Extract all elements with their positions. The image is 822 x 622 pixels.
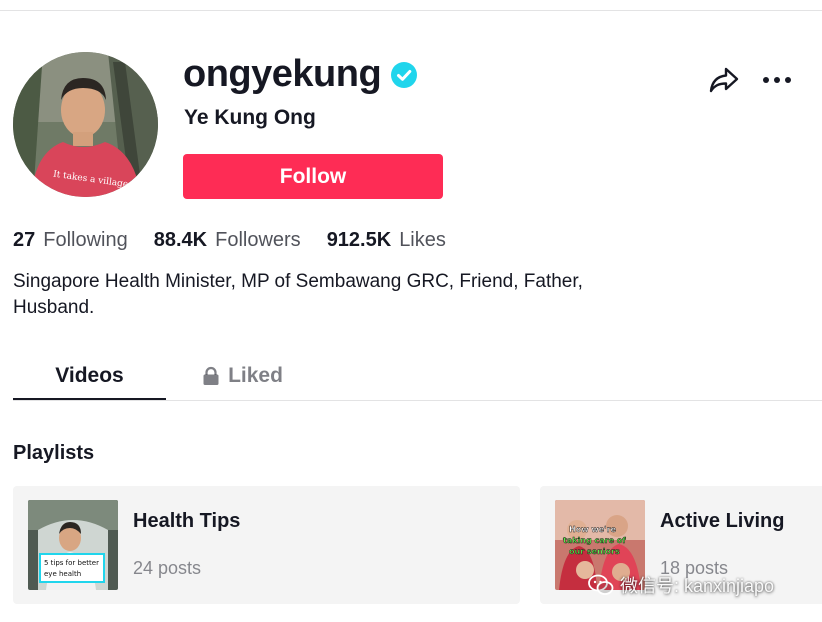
username-row: ongyekung: [183, 52, 418, 96]
playlist-post-count: 24 posts: [133, 558, 202, 578]
avatar-image: It takes a village: [13, 52, 158, 197]
thumb-caption-line-1: 5 tips for better: [44, 559, 99, 567]
username: ongyekung: [183, 53, 382, 95]
following-count: 27: [13, 229, 36, 251]
tab-videos[interactable]: Videos: [13, 352, 166, 400]
followers-stat[interactable]: 88.4K Followers: [154, 226, 301, 254]
playlist-title: Active Living: [660, 510, 785, 532]
follow-button[interactable]: Follow: [183, 154, 443, 199]
top-divider: [0, 10, 822, 11]
thumb-caption-line-3: our seniors: [569, 547, 620, 556]
tab-videos-label: Videos: [55, 364, 124, 387]
playlist-card-health-tips[interactable]: 5 tips for better eye health Health Tips…: [13, 486, 520, 604]
active-tab-indicator: [13, 398, 166, 400]
thumb-caption-line-1: How we're: [569, 525, 617, 534]
playlist-thumbnail: 5 tips for better eye health: [28, 500, 118, 590]
watermark-text: 微信号: kanxinjiapo: [620, 576, 775, 596]
profile-stats: 27 Following 88.4K Followers 912.5K Like…: [13, 226, 472, 254]
tab-liked[interactable]: Liked: [166, 352, 319, 400]
lock-icon: [202, 366, 220, 386]
avatar[interactable]: It takes a village: [13, 52, 158, 197]
display-name: Ye Kung Ong: [184, 106, 316, 129]
thumb-caption-line-2: eye health: [44, 570, 81, 578]
likes-count: 912.5K: [326, 229, 392, 251]
wechat-icon: [588, 574, 614, 595]
more-icon: [763, 77, 791, 83]
bio: Singapore Health Minister, MP of Sembawa…: [13, 271, 583, 318]
playlists-heading: Playlists: [13, 442, 95, 464]
tab-liked-label: Liked: [228, 364, 283, 387]
playlist-title: Health Tips: [133, 510, 241, 532]
share-icon: [709, 67, 739, 93]
wechat-watermark: 微信号: kanxinjiapo: [588, 572, 774, 598]
followers-count: 88.4K: [153, 229, 208, 251]
more-options-button[interactable]: [760, 66, 794, 94]
likes-stat: 912.5K Likes: [327, 226, 446, 254]
share-button[interactable]: [707, 64, 741, 96]
following-label: Following: [43, 229, 128, 251]
likes-label: Likes: [399, 229, 446, 251]
verified-badge-icon: [391, 62, 418, 88]
thumb-caption-line-2: taking care of: [563, 536, 626, 545]
following-stat[interactable]: 27 Following: [13, 226, 128, 254]
profile-tabs: Videos Liked: [13, 352, 822, 401]
followers-label: Followers: [215, 229, 301, 251]
